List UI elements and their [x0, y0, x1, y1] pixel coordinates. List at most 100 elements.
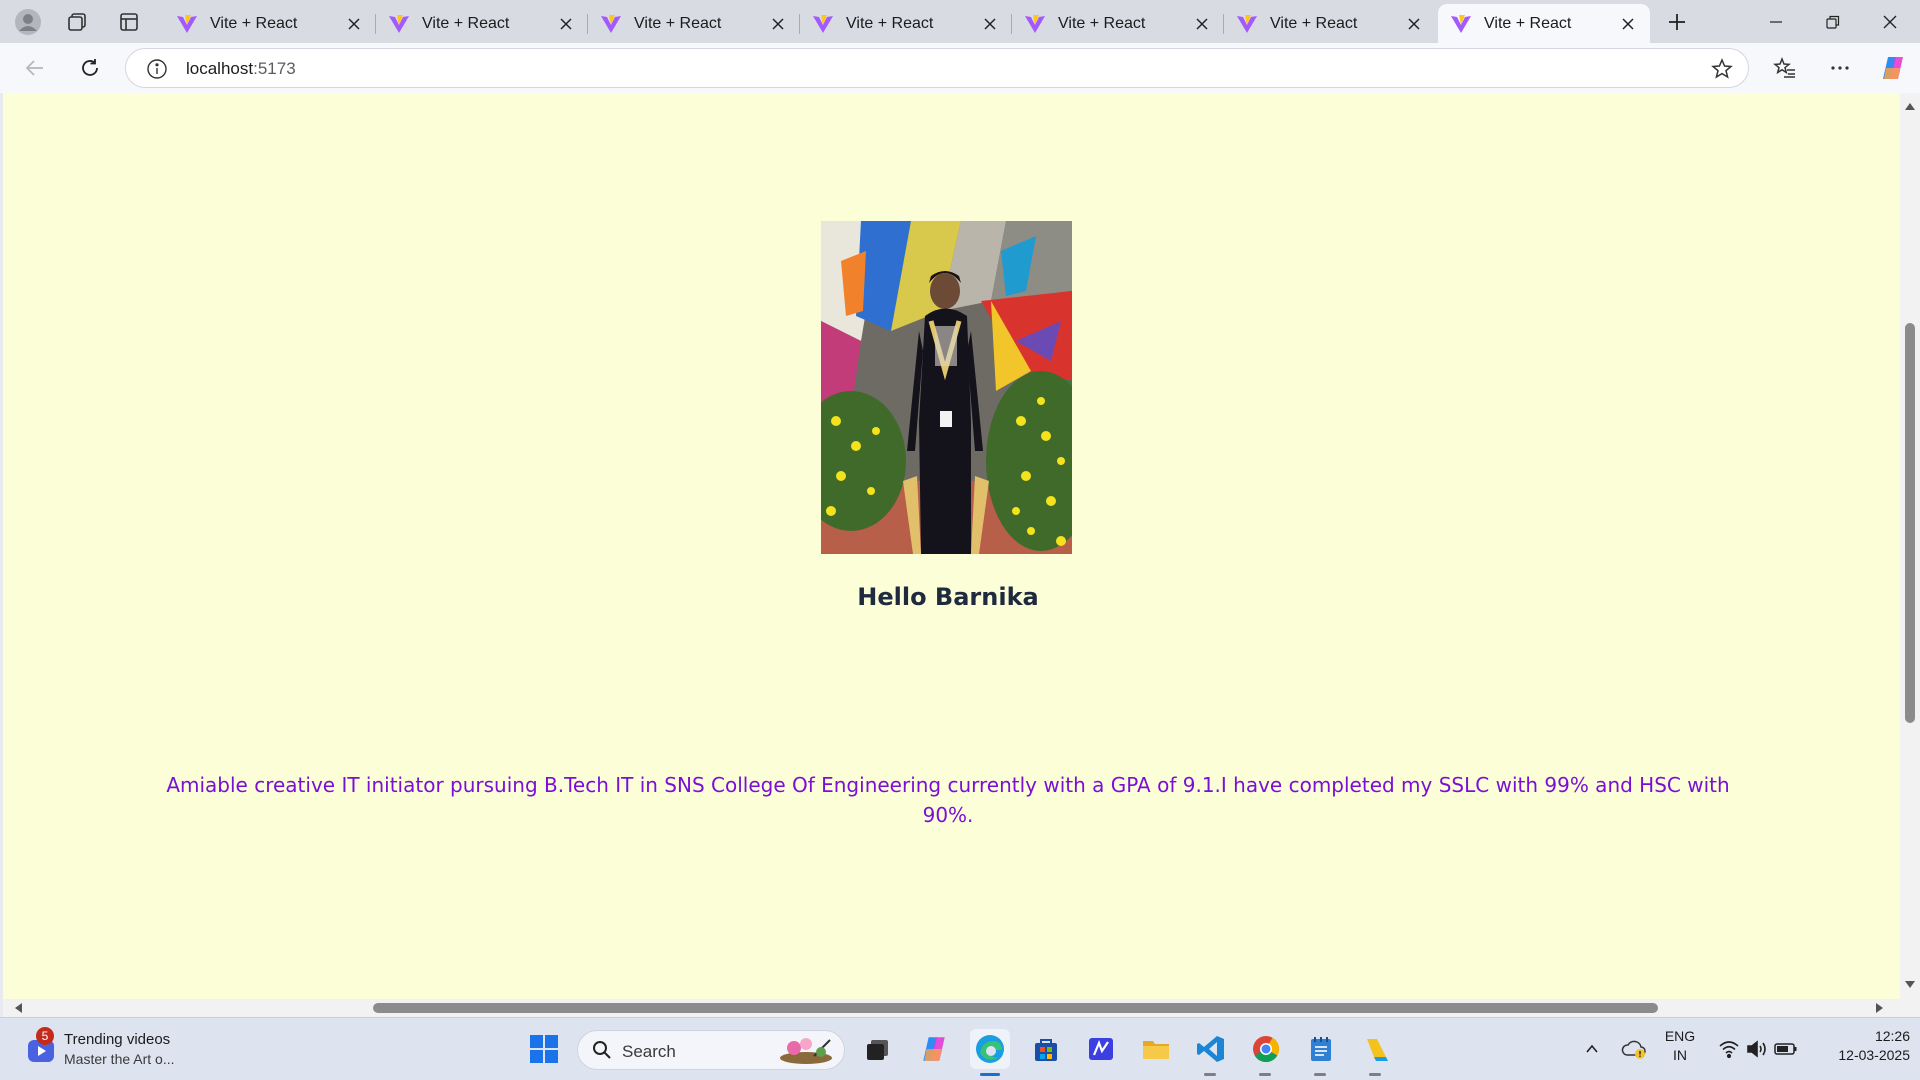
task-view-icon: [867, 1040, 888, 1060]
close-icon: [1883, 15, 1897, 28]
close-tab-icon[interactable]: [764, 10, 792, 38]
vscode-icon: [1197, 1036, 1224, 1062]
scroll-up-arrow-icon[interactable]: [1905, 103, 1915, 110]
more-dots-icon: [1831, 66, 1849, 70]
start-button[interactable]: [524, 1029, 564, 1069]
active-app-indicator: [980, 1073, 1000, 1076]
scroll-down-arrow-icon[interactable]: [1905, 981, 1915, 988]
vscode-button[interactable]: [1191, 1029, 1231, 1069]
workspaces-icon: [68, 13, 86, 31]
notification-badge: 5: [36, 1027, 54, 1045]
copilot-app-button[interactable]: [914, 1029, 954, 1069]
profile-icon: [15, 9, 41, 35]
vertical-scroll-thumb[interactable]: [1905, 323, 1915, 723]
browser-toolbar: localhost:5173: [0, 43, 1920, 93]
profile-photo: [821, 221, 1072, 554]
quick-settings-button[interactable]: [1708, 1029, 1808, 1069]
chevron-up-icon: [1586, 1044, 1598, 1053]
tab-title: Vite + React: [1058, 14, 1146, 32]
news-widget[interactable]: 5 Trending videos Master the Art o...: [22, 1027, 222, 1072]
tab-6[interactable]: Vite + React: [1224, 4, 1436, 43]
close-tab-icon[interactable]: [976, 10, 1004, 38]
running-app-indicator: [1314, 1073, 1326, 1076]
vite-logo-icon: [813, 14, 833, 33]
horizontal-scroll-thumb[interactable]: [373, 1003, 1658, 1013]
close-tab-icon[interactable]: [340, 10, 368, 38]
tab-title: Vite + React: [846, 14, 934, 32]
onedrive-status-button[interactable]: [1614, 1029, 1654, 1069]
minimize-button[interactable]: [1748, 0, 1804, 43]
vertical-scrollbar[interactable]: [1900, 93, 1920, 999]
vite-logo-icon: [1237, 14, 1257, 33]
plus-icon: [1669, 14, 1685, 30]
profile-button[interactable]: [8, 4, 48, 40]
language-line2: IN: [1673, 1047, 1687, 1063]
new-tab-button[interactable]: [1657, 4, 1697, 40]
app-button-blue[interactable]: [1081, 1029, 1121, 1069]
running-app-indicator: [1259, 1073, 1271, 1076]
search-icon: [593, 1041, 611, 1059]
widget-title: Trending videos: [64, 1031, 171, 1048]
chrome-icon: [1253, 1036, 1280, 1063]
tab-1[interactable]: Vite + React: [164, 4, 376, 43]
search-label: Search: [622, 1042, 676, 1061]
restore-icon: [1826, 15, 1840, 29]
vite-logo-icon: [177, 14, 197, 33]
edge-app-button[interactable]: [970, 1029, 1010, 1069]
chrome-button[interactable]: [1246, 1029, 1286, 1069]
site-info-icon[interactable]: [146, 58, 168, 80]
back-button[interactable]: [15, 48, 55, 88]
restore-button[interactable]: [1805, 0, 1861, 43]
url-port: :5173: [253, 59, 296, 78]
tab-3[interactable]: Vite + React: [588, 4, 800, 43]
address-bar[interactable]: localhost:5173: [125, 48, 1749, 88]
close-tab-icon[interactable]: [1188, 10, 1216, 38]
volume-icon: [1747, 1040, 1766, 1058]
favorites-list-icon: [1773, 56, 1795, 78]
windows-taskbar: 5 Trending videos Master the Art o... Se…: [0, 1017, 1920, 1080]
notepad-icon: [1311, 1037, 1331, 1061]
search-highlight-icon: [780, 1038, 832, 1064]
close-tab-icon[interactable]: [1614, 10, 1642, 38]
store-app-button[interactable]: [1026, 1029, 1066, 1069]
workspaces-button[interactable]: [57, 4, 97, 40]
copilot-button[interactable]: [1873, 48, 1913, 88]
copilot-icon: [1883, 57, 1903, 79]
greeting-heading: Hello Barnika: [857, 583, 1039, 611]
favorites-button[interactable]: [1765, 48, 1805, 88]
tab-5[interactable]: Vite + React: [1012, 4, 1224, 43]
edge-icon: [976, 1035, 1004, 1063]
tab-title: Vite + React: [1270, 14, 1358, 32]
tab-7-active[interactable]: Vite + React: [1438, 4, 1650, 43]
clock[interactable]: 12:26 12-03-2025: [1810, 1028, 1910, 1063]
taskbar-search[interactable]: Search: [577, 1030, 845, 1070]
tab-4[interactable]: Vite + React: [800, 4, 1012, 43]
windows-logo-icon: [530, 1035, 558, 1063]
refresh-button[interactable]: [70, 48, 110, 88]
notepad-button[interactable]: [1301, 1029, 1341, 1069]
tab-title: Vite + React: [422, 14, 510, 32]
bio-paragraph: Amiable creative IT initiator pursuing B…: [166, 773, 1730, 827]
scroll-left-arrow-icon[interactable]: [15, 1003, 22, 1013]
close-window-button[interactable]: [1862, 0, 1918, 43]
url-host: localhost: [186, 59, 254, 78]
profile-photo-image: [821, 221, 1072, 554]
close-tab-icon[interactable]: [1400, 10, 1428, 38]
file-explorer-button[interactable]: [1136, 1029, 1176, 1069]
tab-2[interactable]: Vite + React: [376, 4, 588, 43]
tab-title: Vite + React: [1484, 14, 1572, 32]
horizontal-scrollbar[interactable]: [3, 999, 1920, 1017]
settings-menu-button[interactable]: [1820, 48, 1860, 88]
favorite-star-icon[interactable]: [1710, 57, 1734, 81]
close-tab-icon[interactable]: [552, 10, 580, 38]
show-hidden-icons-button[interactable]: [1572, 1029, 1612, 1069]
tab-actions-button[interactable]: [109, 4, 149, 40]
tab-strip: Vite + React Vite + React Vite + React V…: [0, 0, 1920, 43]
task-view-button[interactable]: [858, 1029, 898, 1069]
scroll-right-arrow-icon[interactable]: [1876, 1003, 1883, 1013]
language-indicator[interactable]: ENG IN: [1660, 1028, 1700, 1063]
running-app-indicator: [1204, 1073, 1216, 1076]
url-text[interactable]: localhost:5173: [186, 59, 296, 79]
app-button-yellow[interactable]: [1356, 1029, 1396, 1069]
cloud-warning-icon: [1621, 1040, 1646, 1059]
